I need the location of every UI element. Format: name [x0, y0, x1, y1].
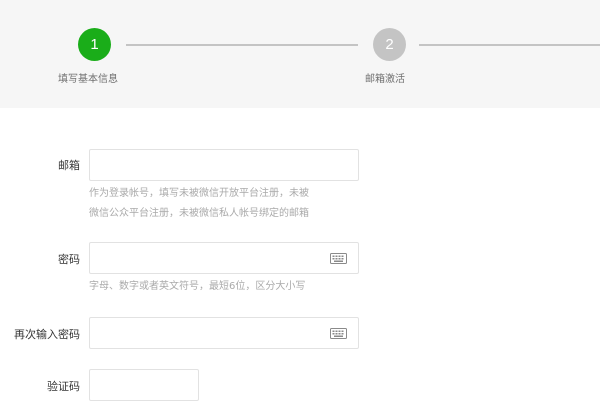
registration-stepper: 1 填写基本信息 2 邮箱激活 — [0, 0, 600, 108]
email-hint-line-1: 作为登录帐号，填写未被微信开放平台注册，未被 — [89, 188, 309, 199]
step-connector-line — [419, 44, 600, 46]
email-label: 邮箱 — [58, 159, 80, 172]
password-field-wrapper — [89, 242, 359, 274]
email-hint-line-2: 微信公众平台注册，未被微信私人帐号绑定的邮箱 — [89, 208, 309, 219]
email-field-wrapper — [89, 149, 359, 181]
keyboard-icon[interactable] — [330, 328, 347, 339]
email-input[interactable] — [90, 150, 358, 180]
captcha-label: 验证码 — [47, 380, 80, 393]
confirm-password-label: 再次输入密码 — [14, 328, 80, 341]
captcha-input[interactable] — [90, 370, 198, 400]
keyboard-icon[interactable] — [330, 253, 347, 264]
password-input[interactable] — [90, 243, 358, 273]
step-2-indicator: 2 — [373, 28, 406, 61]
step-2-label: 邮箱激活 — [365, 74, 405, 85]
captcha-field-wrapper — [89, 369, 199, 401]
email-hint: 作为登录帐号，填写未被微信开放平台注册，未被 微信公众平台注册，未被微信私人帐号… — [89, 184, 359, 224]
confirm-password-field-wrapper — [89, 317, 359, 349]
password-hint: 字母、数字或者英文符号，最短6位，区分大小写 — [89, 281, 306, 292]
step-1-indicator: 1 — [78, 28, 111, 61]
step-1-label: 填写基本信息 — [58, 74, 118, 85]
step-connector-line — [126, 44, 358, 46]
confirm-password-input[interactable] — [90, 318, 358, 348]
password-label: 密码 — [58, 253, 80, 266]
